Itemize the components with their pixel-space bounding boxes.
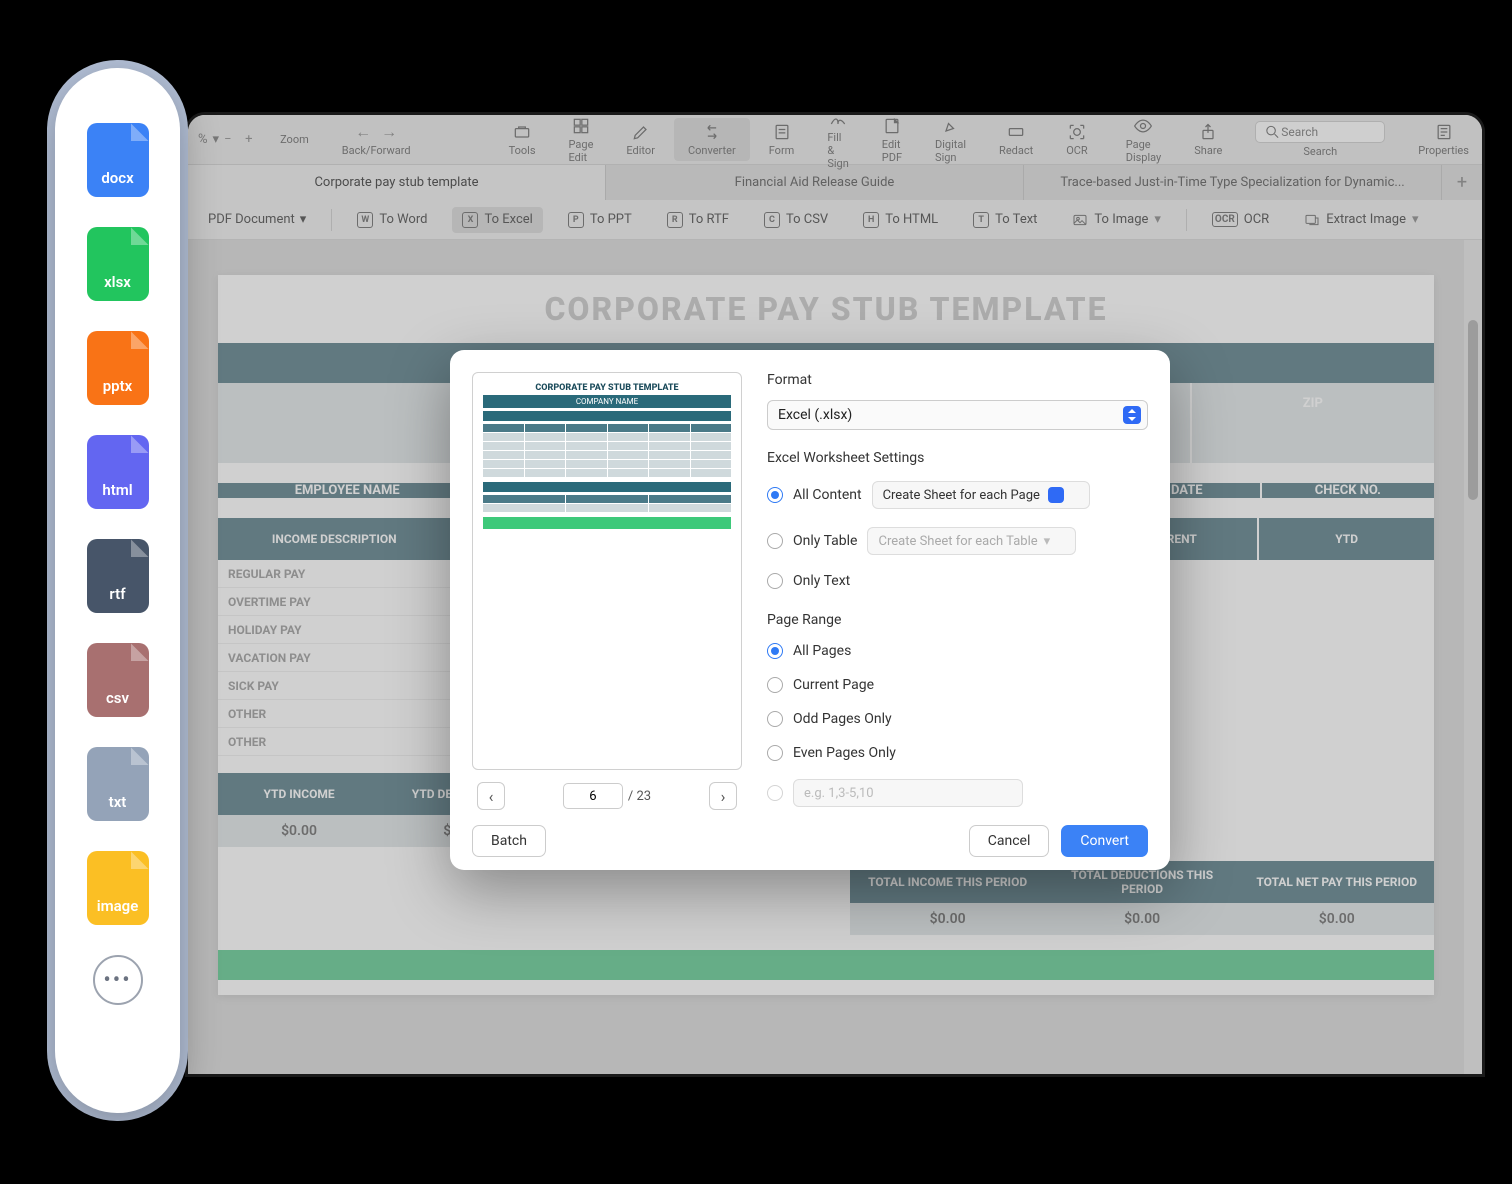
radio-custom-range[interactable] xyxy=(767,785,783,801)
cancel-button[interactable]: Cancel xyxy=(969,825,1050,857)
dialog-footer: Batch Cancel Convert xyxy=(472,825,1148,857)
checkbox-icon xyxy=(1048,487,1064,503)
batch-button[interactable]: Batch xyxy=(472,825,546,857)
format-sidebar: docx xlsx pptx html rtf csv txt image ••… xyxy=(55,68,180,1113)
select-value: Create Sheet for each Page xyxy=(883,488,1040,503)
all-content-sheet-select[interactable]: Create Sheet for each Page xyxy=(872,481,1090,509)
select-caret-icon xyxy=(1123,406,1141,424)
format-rtf[interactable]: rtf xyxy=(87,539,149,613)
page-number-input[interactable] xyxy=(563,783,623,809)
radio-only-table[interactable] xyxy=(767,533,783,549)
preview-pane: CORPORATE PAY STUB TEMPLATE COMPANY NAME xyxy=(472,372,742,810)
chevron-down-icon: ▾ xyxy=(1044,534,1051,549)
only-table-label: Only Table xyxy=(793,533,857,549)
format-label: Format xyxy=(767,372,1148,388)
format-select[interactable]: Excel (.xlsx) xyxy=(767,400,1148,430)
more-formats-button[interactable]: ••• xyxy=(93,955,143,1005)
radio-odd-pages[interactable] xyxy=(767,711,783,727)
convert-button[interactable]: Convert xyxy=(1061,825,1148,857)
only-text-label: Only Text xyxy=(793,573,850,589)
radio-all-pages[interactable] xyxy=(767,643,783,659)
page-range-title: Page Range xyxy=(767,612,1148,628)
prev-page-button[interactable]: ‹ xyxy=(477,782,505,810)
format-pptx[interactable]: pptx xyxy=(87,331,149,405)
thumb-title: CORPORATE PAY STUB TEMPLATE xyxy=(483,383,731,393)
format-image[interactable]: image xyxy=(87,851,149,925)
format-html[interactable]: html xyxy=(87,435,149,509)
custom-range-input[interactable] xyxy=(793,779,1023,807)
preview-thumbnail: CORPORATE PAY STUB TEMPLATE COMPANY NAME xyxy=(472,372,742,770)
format-docx[interactable]: docx xyxy=(87,123,149,197)
all-pages-label: All Pages xyxy=(793,643,851,659)
radio-current-page[interactable] xyxy=(767,677,783,693)
all-content-label: All Content xyxy=(793,487,862,503)
settings-pane: Format Excel (.xlsx) Excel Worksheet Set… xyxy=(767,372,1148,810)
radio-only-text[interactable] xyxy=(767,573,783,589)
thumb-subtitle: COMPANY NAME xyxy=(483,395,731,408)
odd-pages-label: Odd Pages Only xyxy=(793,711,892,727)
format-csv[interactable]: csv xyxy=(87,643,149,717)
even-pages-label: Even Pages Only xyxy=(793,745,896,761)
worksheet-settings-title: Excel Worksheet Settings xyxy=(767,450,1148,466)
only-table-sheet-select[interactable]: Create Sheet for each Table ▾ xyxy=(867,527,1076,555)
current-page-label: Current Page xyxy=(793,677,874,693)
select-value: Create Sheet for each Table xyxy=(878,534,1037,549)
format-txt[interactable]: txt xyxy=(87,747,149,821)
format-xlsx[interactable]: xlsx xyxy=(87,227,149,301)
next-page-button[interactable]: › xyxy=(709,782,737,810)
radio-all-content[interactable] xyxy=(767,487,783,503)
thumbnail-nav: ‹ / 23 › xyxy=(472,782,742,810)
page-total-label: / 23 xyxy=(628,789,651,804)
radio-even-pages[interactable] xyxy=(767,745,783,761)
convert-dialog: CORPORATE PAY STUB TEMPLATE COMPANY NAME xyxy=(450,350,1170,870)
format-value: Excel (.xlsx) xyxy=(778,407,852,423)
